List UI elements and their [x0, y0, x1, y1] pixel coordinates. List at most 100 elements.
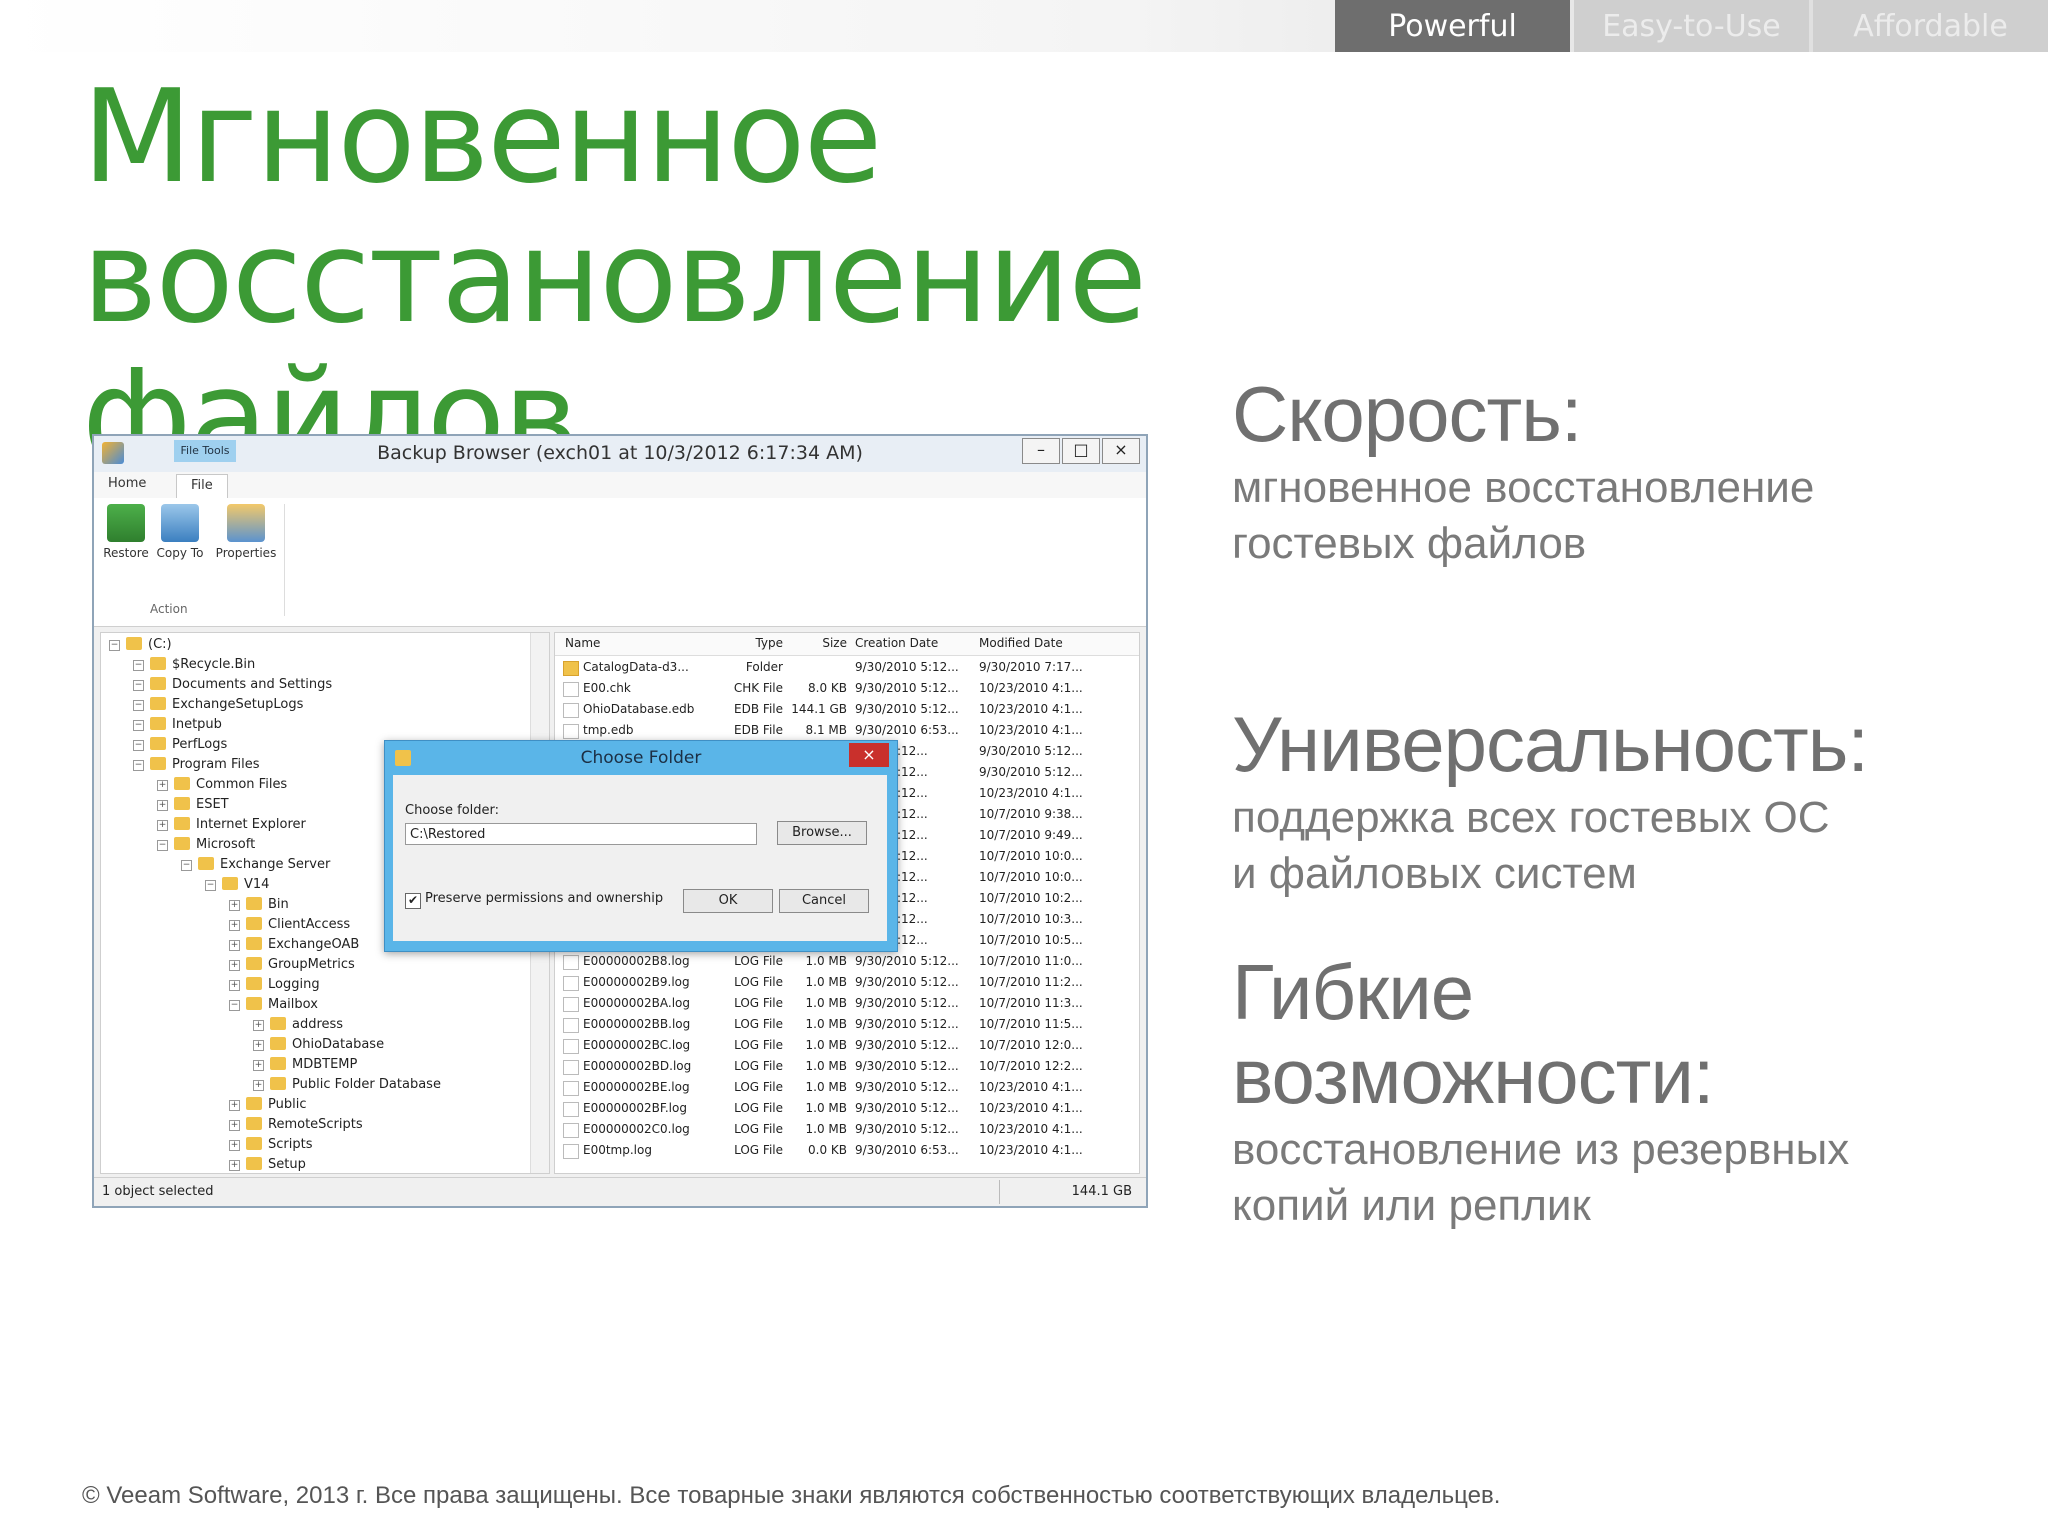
file-row[interactable]: CatalogData-d3... Folder 9/30/2010 5:12...… — [555, 657, 1139, 678]
restore-button[interactable]: Restore — [100, 504, 152, 560]
tree-node-label: Bin — [268, 897, 289, 912]
tree-node[interactable]: − Microsoft — [157, 835, 255, 855]
expand-icon[interactable]: + — [229, 980, 240, 991]
close-button[interactable]: × — [1102, 438, 1140, 464]
file-row[interactable]: E00000002BD.log LOG File 1.0 MB 9/30/2010 5… — [555, 1056, 1139, 1077]
file-row[interactable]: E00.chk CHK File 8.0 KB 9/30/2010 5:12... 10… — [555, 678, 1139, 699]
expand-icon[interactable]: + — [253, 1080, 264, 1091]
tab-affordable[interactable]: Affordable — [1813, 0, 2048, 52]
tree-node[interactable]: − Program Files — [133, 755, 260, 775]
tab-easy-to-use[interactable]: Easy-to-Use — [1574, 0, 1809, 52]
tree-node[interactable]: + MDBTEMP — [253, 1055, 357, 1075]
tree-node[interactable]: + Public Folder Database — [253, 1075, 441, 1095]
file-cell: 10/7/2010 10:2... — [979, 891, 1083, 905]
column-name[interactable]: Name — [565, 633, 715, 653]
tree-node[interactable]: − Inetpub — [133, 715, 222, 735]
ribbon: Restore Copy To Properties Action — [94, 498, 1146, 627]
tree-node[interactable]: + Public — [229, 1095, 306, 1115]
file-cell: 10/7/2010 12:0... — [979, 1038, 1083, 1052]
tab-powerful[interactable]: Powerful — [1335, 0, 1570, 52]
tree-node[interactable]: + Scripts — [229, 1135, 312, 1155]
expand-icon[interactable]: − — [133, 720, 144, 731]
ribbon-tab-home[interactable]: Home — [108, 476, 146, 491]
tree-node[interactable]: + RemoteScripts — [229, 1115, 363, 1135]
column-creation-date[interactable]: Creation Date — [855, 633, 965, 653]
folder-path-input[interactable]: C:\Restored — [405, 823, 757, 845]
expand-icon[interactable]: − — [133, 760, 144, 771]
tree-node[interactable]: − PerfLogs — [133, 735, 227, 755]
expand-icon[interactable]: + — [157, 800, 168, 811]
tree-node[interactable]: − $Recycle.Bin — [133, 655, 255, 675]
browse-button[interactable]: Browse... — [777, 821, 867, 845]
file-row[interactable]: E00tmp.log LOG File 0.0 KB 9/30/2010 6:53..… — [555, 1140, 1139, 1161]
file-row[interactable]: E00000002BC.log LOG File 1.0 MB 9/30/2010 5… — [555, 1035, 1139, 1056]
status-size: 144.1 GB — [1071, 1184, 1132, 1199]
tree-node[interactable]: + Common Files — [157, 775, 287, 795]
expand-icon[interactable]: + — [253, 1020, 264, 1031]
file-row[interactable]: E00000002B9.log LOG File 1.0 MB 9/30/2010 5… — [555, 972, 1139, 993]
dialog-close-button[interactable]: × — [849, 743, 889, 767]
expand-icon[interactable]: − — [181, 860, 192, 871]
minimize-button[interactable]: – — [1022, 438, 1060, 464]
expand-icon[interactable]: + — [229, 960, 240, 971]
tree-node[interactable]: + ClientAccess — [229, 915, 350, 935]
tree-node[interactable]: − (C:) — [109, 635, 172, 655]
expand-icon[interactable]: − — [157, 840, 168, 851]
expand-icon[interactable]: − — [133, 700, 144, 711]
expand-icon[interactable]: − — [205, 880, 216, 891]
expand-icon[interactable]: + — [229, 1100, 240, 1111]
expand-icon[interactable]: + — [229, 920, 240, 931]
copy-to-button[interactable]: Copy To — [154, 504, 206, 560]
file-cell: Folder — [745, 660, 783, 674]
file-cell: 9/30/2010 6:53... — [855, 723, 959, 737]
file-row[interactable]: tmp.edb EDB File 8.1 MB 9/30/2010 6:53... 10… — [555, 720, 1139, 741]
tree-node[interactable]: + Setup — [229, 1155, 306, 1173]
tree-node-label: MDBTEMP — [292, 1057, 358, 1072]
expand-icon[interactable]: − — [229, 1000, 240, 1011]
expand-icon[interactable]: + — [157, 780, 168, 791]
expand-icon[interactable]: + — [229, 940, 240, 951]
expand-icon[interactable]: + — [229, 1160, 240, 1171]
preserve-permissions-checkbox[interactable]: ✔ — [405, 893, 421, 909]
tree-node[interactable]: − V14 — [205, 875, 269, 895]
column-type[interactable]: Type — [723, 633, 783, 653]
file-row[interactable]: E00000002BA.log LOG File 1.0 MB 9/30/2010 5… — [555, 993, 1139, 1014]
properties-button[interactable]: Properties — [212, 504, 280, 560]
cancel-button[interactable]: Cancel — [779, 889, 869, 913]
ok-button[interactable]: OK — [683, 889, 773, 913]
tree-node[interactable]: + ESET — [157, 795, 229, 815]
tree-node[interactable]: + Bin — [229, 895, 289, 915]
tree-node[interactable]: − Exchange Server — [181, 855, 330, 875]
expand-icon[interactable]: + — [253, 1060, 264, 1071]
file-row[interactable]: E00000002BB.log LOG File 1.0 MB 9/30/2010 5… — [555, 1014, 1139, 1035]
expand-icon[interactable]: + — [157, 820, 168, 831]
file-row[interactable]: OhioDatabase.edb EDB File 144.1 GB 9/30/201… — [555, 699, 1139, 720]
expand-icon[interactable]: − — [133, 680, 144, 691]
expand-icon[interactable]: − — [109, 640, 120, 651]
file-row[interactable]: E00000002BF.log LOG File 1.0 MB 9/30/2010 5… — [555, 1098, 1139, 1119]
maximize-button[interactable]: □ — [1062, 438, 1100, 464]
tree-node[interactable]: + Internet Explorer — [157, 815, 306, 835]
tree-node[interactable]: − ExchangeSetupLogs — [133, 695, 303, 715]
tree-node[interactable]: + GroupMetrics — [229, 955, 355, 975]
folder-icon — [246, 937, 262, 950]
tree-node[interactable]: + address — [253, 1015, 343, 1035]
tree-node[interactable]: − Documents and Settings — [133, 675, 332, 695]
column-size[interactable]: Size — [787, 633, 847, 653]
expand-icon[interactable]: + — [253, 1040, 264, 1051]
expand-icon[interactable]: − — [133, 660, 144, 671]
file-row[interactable]: E00000002BE.log LOG File 1.0 MB 9/30/2010 5… — [555, 1077, 1139, 1098]
tree-node[interactable]: + OhioDatabase — [253, 1035, 384, 1055]
choose-folder-label: Choose folder: — [405, 803, 500, 818]
ribbon-tab-file[interactable]: File — [176, 474, 228, 499]
expand-icon[interactable]: + — [229, 1140, 240, 1151]
expand-icon[interactable]: + — [229, 1120, 240, 1131]
expand-icon[interactable]: + — [229, 900, 240, 911]
tree-node[interactable]: − Mailbox — [229, 995, 318, 1015]
file-row[interactable]: E00000002C0.log LOG File 1.0 MB 9/30/2010 5… — [555, 1119, 1139, 1140]
column-modified-date[interactable]: Modified Date — [979, 633, 1109, 653]
tree-node[interactable]: + ExchangeOAB — [229, 935, 359, 955]
file-row[interactable]: E00000002B8.log LOG File 1.0 MB 9/30/2010 5… — [555, 951, 1139, 972]
expand-icon[interactable]: − — [133, 740, 144, 751]
tree-node[interactable]: + Logging — [229, 975, 320, 995]
